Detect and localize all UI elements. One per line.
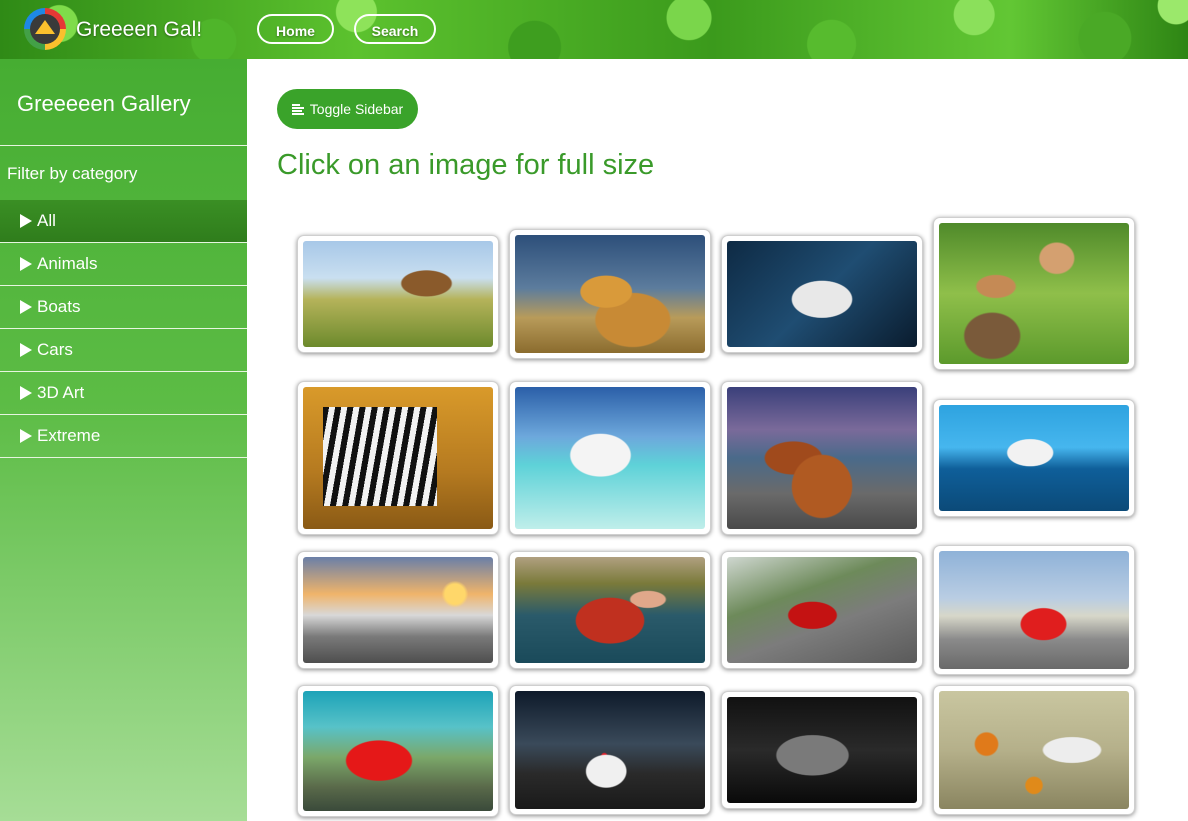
sidebar-item-boats[interactable]: Boats (0, 286, 247, 329)
lion-image (515, 235, 705, 353)
logo-icon[interactable] (24, 8, 66, 50)
triangle-right-icon (20, 257, 32, 271)
speedboat-image (515, 387, 705, 529)
gallery-thumb-giraffes[interactable] (297, 235, 499, 353)
sidebar-item-label: Boats (37, 297, 81, 316)
bmw-image (939, 551, 1129, 669)
brand-name[interactable]: Greeeen Gal! (76, 18, 202, 42)
kittens-image (939, 223, 1129, 364)
toggle-sidebar-button[interactable]: Toggle Sidebar (277, 89, 418, 129)
sidebar-item-animals[interactable]: Animals (0, 243, 247, 286)
snow-leopard-image (727, 241, 917, 347)
gallery-thumb-zebras[interactable] (297, 381, 499, 535)
gallery-thumb-muscle-car[interactable] (721, 691, 923, 809)
sports-car-image (727, 557, 917, 663)
gallery-thumb-snow-leopard[interactable] (721, 235, 923, 353)
man-in-boat-image (515, 557, 705, 663)
divider (0, 145, 247, 146)
zebras-image (303, 387, 493, 529)
gallery-thumb-man-in-boat[interactable] (509, 551, 711, 669)
sidebar-title: Greeeeen Gallery (17, 91, 191, 116)
sidebar-item-label: All (37, 211, 56, 230)
triangle-right-icon (20, 214, 32, 228)
sidebar-item-cars[interactable]: Cars (0, 329, 247, 372)
sidebar-item-all[interactable]: All (0, 200, 247, 243)
gallery-thumb-ferrari[interactable] (297, 685, 499, 817)
filter-label: Filter by category (7, 164, 138, 183)
rowboats-image (727, 387, 917, 529)
triangle-right-icon (20, 343, 32, 357)
kayaks-image (303, 557, 493, 663)
align-left-icon (291, 103, 304, 115)
ferrari-image (303, 691, 493, 811)
gallery-thumb-3d-art[interactable] (933, 685, 1135, 815)
sidebar-item-label: 3D Art (37, 383, 85, 402)
muscle-car-image (727, 697, 917, 803)
gallery-thumb-floating-pod[interactable] (933, 399, 1135, 517)
triangle-right-icon (20, 300, 32, 314)
sidebar-item-label: Cars (37, 340, 73, 359)
sidebar-item-label: Animals (37, 254, 98, 273)
category-menu: All Animals Boats Cars 3D Art Extreme (0, 200, 247, 458)
giraffes-image (303, 241, 493, 347)
page-heading: Click on an image for full size (277, 149, 655, 181)
gallery-thumb-bmw[interactable] (933, 545, 1135, 675)
gallery-thumb-rowboats[interactable] (721, 381, 923, 535)
gallery-thumb-lion[interactable] (509, 229, 711, 359)
police-car-image (515, 691, 705, 809)
3d-art-image (939, 691, 1129, 809)
toggle-sidebar-label: Toggle Sidebar (309, 101, 404, 117)
gallery-thumb-kittens[interactable] (933, 217, 1135, 370)
gallery-thumb-sports-car[interactable] (721, 551, 923, 669)
gallery-thumb-police-car[interactable] (509, 685, 711, 815)
gallery-thumb-kayaks[interactable] (297, 551, 499, 669)
home-button[interactable]: Home (257, 14, 334, 44)
sidebar: Greeeeen Gallery Filter by category All … (0, 59, 247, 821)
triangle-right-icon (20, 386, 32, 400)
sidebar-item-extreme[interactable]: Extreme (0, 415, 247, 458)
gallery-thumb-speedboat[interactable] (509, 381, 711, 535)
search-button[interactable]: Search (354, 14, 436, 44)
floating-pod-image (939, 405, 1129, 511)
top-header: Greeeen Gal! Home Search (0, 0, 1188, 59)
sidebar-item-3d-art[interactable]: 3D Art (0, 372, 247, 415)
triangle-right-icon (20, 429, 32, 443)
sidebar-item-label: Extreme (37, 426, 101, 445)
